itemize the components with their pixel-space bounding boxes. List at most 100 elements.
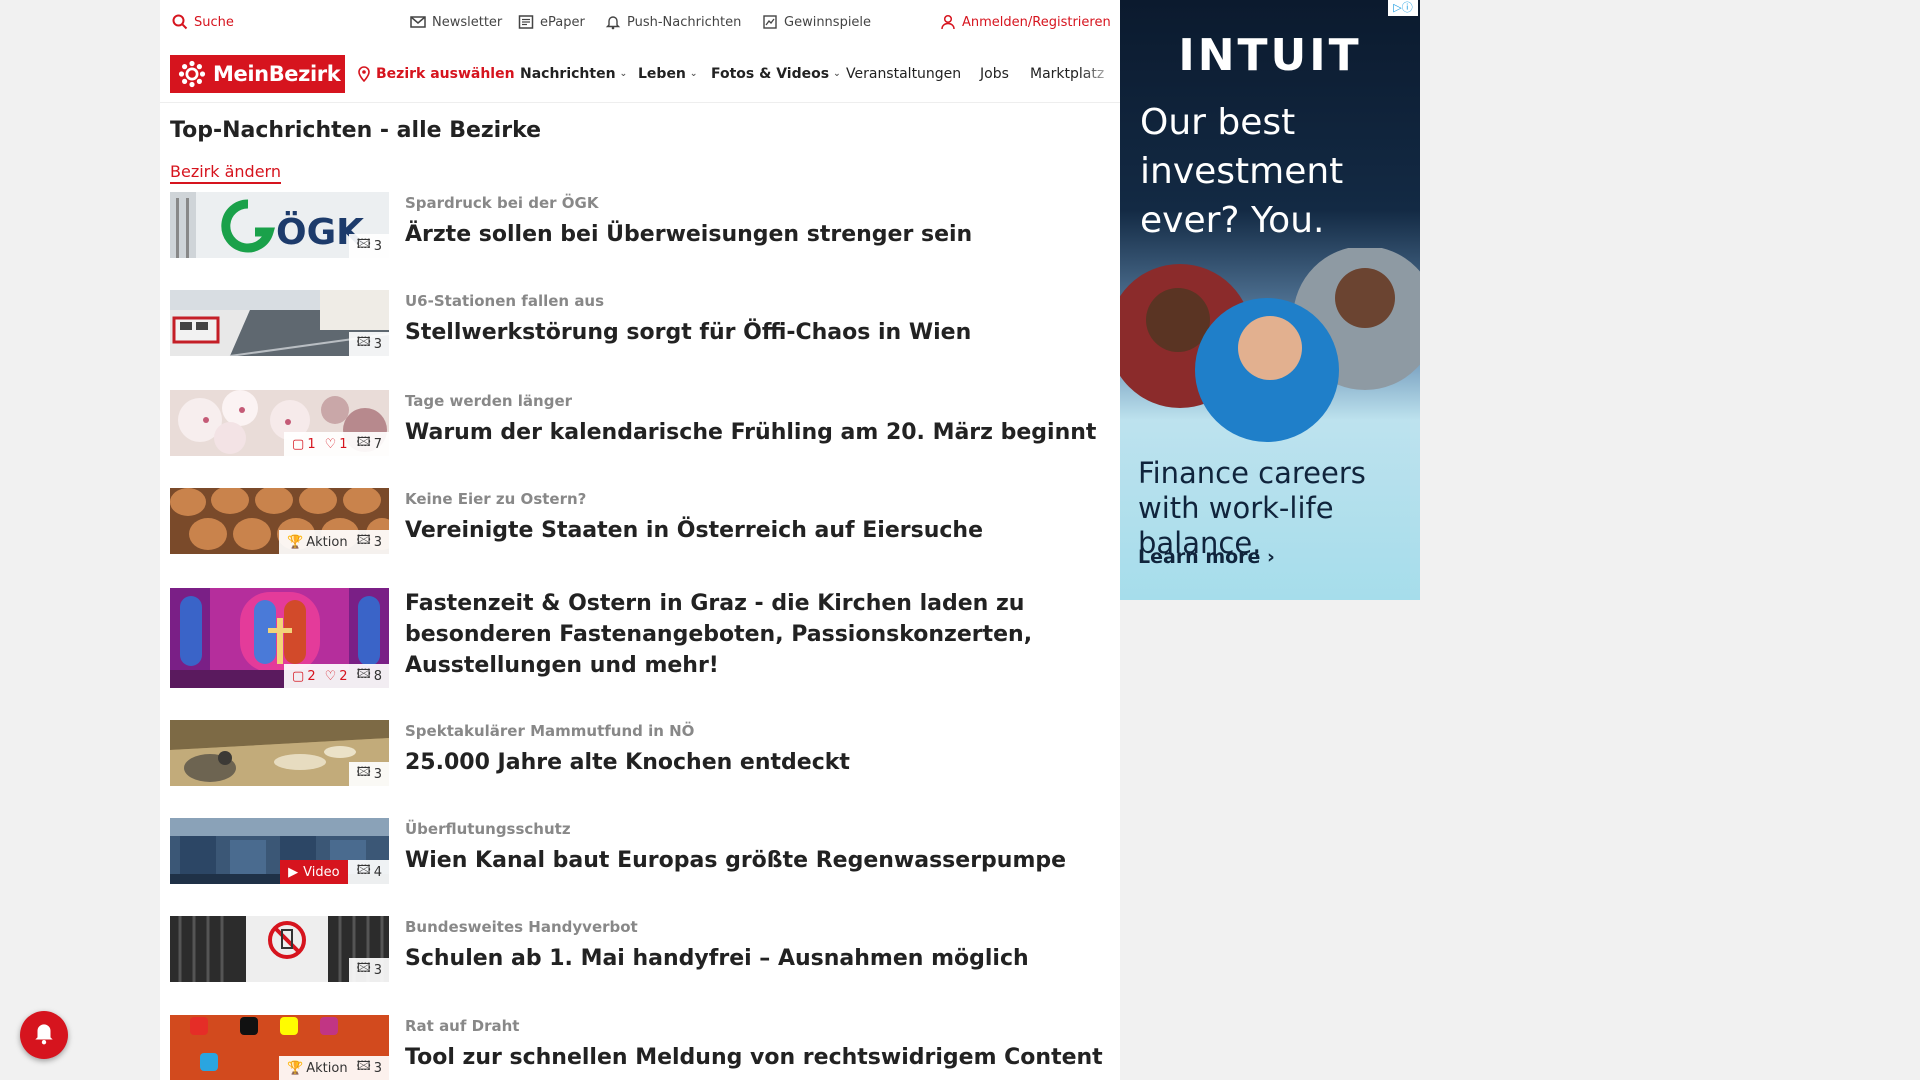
ad-learn-more-link[interactable]: Learn more › (1138, 546, 1275, 568)
article-kicker: Keine Eier zu Ostern? (405, 490, 587, 508)
article-headline[interactable]: Tool zur schnellen Meldung von rechtswid… (405, 1042, 1105, 1073)
thumbnail-badges: 🖾 3 (348, 958, 389, 982)
image-icon: 🖾 (356, 237, 371, 252)
location-pin-icon (356, 66, 372, 82)
video-badge: ▶ Video (280, 860, 348, 884)
article-headline[interactable]: 25.000 Jahre alte Knochen entdeckt (405, 747, 1105, 778)
utility-bar: Suche Newsletter ePaper Push-Nachrichten… (160, 0, 1120, 46)
article-kicker: U6-Stationen fallen aus (405, 292, 605, 310)
thumbnail-badges: 🏆 Aktion 🖾 3 (279, 530, 389, 554)
nav-item-nachrichten[interactable]: Nachrichten ⌄ (520, 66, 627, 82)
bell-icon (31, 1020, 57, 1050)
article-kicker: Überflutungsschutz (405, 820, 571, 838)
ad-brand: INTUIT (1178, 30, 1362, 81)
like-count-badge: ♡ 2 (324, 668, 348, 684)
thumbnail-badges: 🏆 Aktion 🖾 3 (279, 1056, 389, 1080)
article-thumbnail[interactable]: 🖾 3 (170, 916, 389, 982)
bell-icon (605, 14, 621, 30)
nav-item-jobs[interactable]: Jobs (980, 66, 1009, 82)
page: Suche Newsletter ePaper Push-Nachrichten… (160, 0, 1120, 1080)
heart-icon: ♡ (324, 668, 337, 684)
article-thumbnail[interactable]: ▢ 2 ♡ 2 🖾 8 (170, 588, 389, 688)
article-item[interactable]: ▶ Video 🖾 4 Überflutungsschutz Wien Kanal… (170, 818, 1110, 884)
article-headline[interactable]: Vereinigte Staaten in Österreich auf Eie… (405, 515, 1105, 546)
nav-item-veranstaltungen[interactable]: Veranstaltungen (846, 66, 961, 82)
games-link[interactable]: Gewinnspiele (762, 14, 871, 30)
action-badge: 🏆 Aktion (287, 534, 348, 550)
thumbnail-badges: 🖾 3 (348, 234, 389, 258)
image-count-badge: 🖾 4 (357, 861, 382, 883)
nav-item-label: Jobs (980, 66, 1009, 82)
site-logo[interactable]: MeinBezirk (170, 55, 345, 93)
login-link[interactable]: Anmelden/Registrieren (940, 14, 1111, 30)
article-headline[interactable]: Schulen ab 1. Mai handyfrei – Ausnahmen … (405, 943, 1105, 974)
push-link[interactable]: Push-Nachrichten (605, 14, 741, 30)
push-label: Push-Nachrichten (627, 14, 742, 30)
epaper-link[interactable]: ePaper (518, 14, 585, 30)
image-icon: 🖾 (356, 667, 371, 682)
article-item[interactable]: 🖾 3 Spektakulärer Mammutfund in NÖ 25.000… (170, 720, 1110, 786)
thumbnail-badges: ▢ 2 ♡ 2 🖾 8 (284, 664, 389, 688)
image-count-badge: 🖾 8 (357, 665, 382, 687)
nav-overflow-fade (1080, 46, 1120, 102)
article-headline[interactable]: Stellwerkstörung sorgt für Öffi-Chaos in… (405, 317, 1105, 348)
thumbnail-badges: ▢ 1 ♡ 1 🖾 7 (284, 432, 389, 456)
change-district-link[interactable]: Bezirk ändern (170, 162, 281, 184)
district-select[interactable]: Bezirk auswählen (356, 66, 515, 82)
article-headline[interactable]: Ärzte sollen bei Überweisungen strenger … (405, 219, 1105, 250)
games-label: Gewinnspiele (784, 14, 872, 30)
image-icon: 🖾 (356, 1059, 371, 1074)
article-thumbnail[interactable]: 🏆 Aktion 🖾 3 (170, 488, 389, 554)
gift-icon (762, 14, 778, 30)
article-item[interactable]: ▢ 2 ♡ 2 🖾 8 Fastenzeit & Ostern in Graz - d… (170, 588, 1110, 688)
chevron-down-icon: ⌄ (833, 69, 841, 79)
image-icon: 🖾 (356, 435, 371, 450)
logo-text: MeinBezirk (213, 62, 341, 86)
image-count-badge: 🖾 3 (357, 959, 382, 981)
login-label: Anmelden/Registrieren (962, 14, 1111, 30)
ad-people-image (1120, 248, 1420, 442)
article-item[interactable]: 🏆 Aktion 🖾 3 Keine Eier zu Ostern? Vereini… (170, 488, 1110, 554)
article-item[interactable]: ▢ 1 ♡ 1 🖾 7 Tage werden länger Warum der ka… (170, 390, 1110, 456)
article-item[interactable]: ÖGK 🖾 3 Spardruck bei der ÖGK Ärzte solle… (170, 192, 1110, 258)
epaper-label: ePaper (540, 14, 585, 30)
article-item[interactable]: 🏆 Aktion 🖾 3 Rat auf Draht Tool zur schnel… (170, 1015, 1110, 1080)
newsletter-label: Newsletter (432, 14, 503, 30)
article-headline[interactable]: Warum der kalendarische Frühling am 20. … (405, 417, 1105, 448)
newsletter-link[interactable]: Newsletter (410, 14, 502, 30)
logo-sun-icon (178, 60, 206, 88)
nav-item-leben[interactable]: Leben ⌄ (638, 66, 697, 82)
article-kicker: Rat auf Draht (405, 1017, 520, 1035)
image-count-badge: 🖾 3 (357, 1057, 382, 1079)
thumbnail-badges: 🖾 3 (348, 332, 389, 356)
main-navigation: MeinBezirk Bezirk auswählen Nachrichten … (160, 46, 1120, 103)
article-thumbnail[interactable]: 🏆 Aktion 🖾 3 (170, 1015, 389, 1080)
article-headline[interactable]: Wien Kanal baut Europas größte Regenwass… (405, 845, 1105, 876)
article-headline[interactable]: Fastenzeit & Ostern in Graz - die Kirche… (405, 588, 1105, 681)
article-thumbnail[interactable]: ▢ 1 ♡ 1 🖾 7 (170, 390, 389, 456)
action-badge: 🏆 Aktion (287, 1060, 348, 1076)
article-thumbnail[interactable]: ÖGK 🖾 3 (170, 192, 389, 258)
article-item[interactable]: 🖾 3 Bundesweites Handyverbot Schulen ab 1… (170, 916, 1110, 982)
image-count-badge: 🖾 3 (357, 763, 382, 785)
nav-item-label: Leben (638, 66, 686, 82)
ad-choices-icon[interactable]: ▷ⓘ (1388, 0, 1418, 16)
article-thumbnail[interactable]: 🖾 3 (170, 290, 389, 356)
mail-icon (410, 14, 426, 30)
search-link[interactable]: Suche (172, 14, 234, 30)
search-icon (172, 14, 188, 30)
article-thumbnail[interactable]: 🖾 3 (170, 720, 389, 786)
heart-icon: ♡ (324, 436, 337, 452)
comment-count-badge: ▢ 1 (292, 436, 316, 452)
image-count-badge: 🖾 3 (357, 235, 382, 257)
nav-item-fotos-videos[interactable]: Fotos & Videos ⌄ (711, 66, 841, 82)
trophy-icon: 🏆 (287, 534, 304, 550)
push-notification-button[interactable] (20, 1011, 68, 1059)
article-item[interactable]: 🖾 3 U6-Stationen fallen aus Stellwerkstör… (170, 290, 1110, 356)
image-count-badge: 🖾 3 (357, 333, 382, 355)
article-thumbnail[interactable]: ▶ Video 🖾 4 (170, 818, 389, 884)
advertisement-banner[interactable]: ▷ⓘ INTUIT Our best investment ever? You.… (1120, 0, 1420, 600)
thumbnail-badges: ▶ Video 🖾 4 (280, 860, 389, 884)
article-kicker: Spektakulärer Mammutfund in NÖ (405, 722, 695, 740)
image-icon: 🖾 (356, 335, 371, 350)
